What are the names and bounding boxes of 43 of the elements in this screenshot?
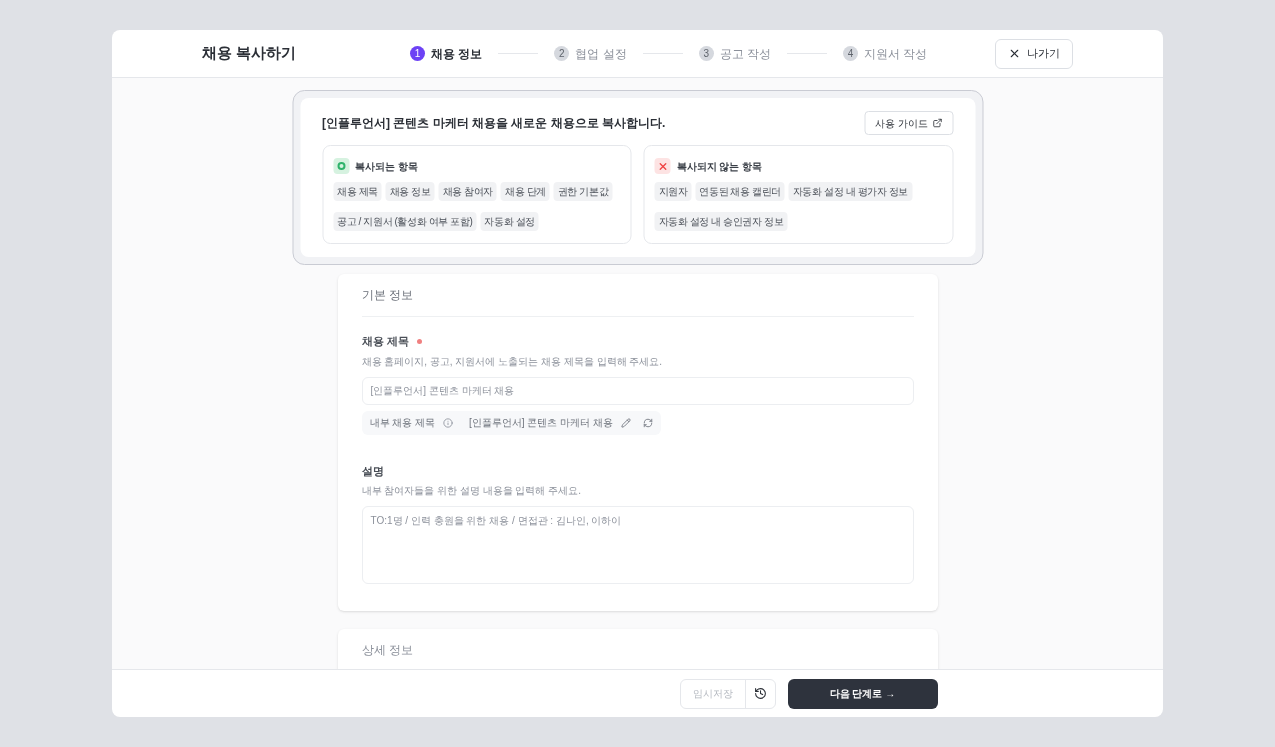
item-tag: 자동화 설정 내 승인권자 정보 xyxy=(654,212,788,231)
page-title: 채용 복사하기 xyxy=(202,43,298,64)
internal-title-value: [인플루언서] 콘텐츠 마케터 채용 xyxy=(469,416,613,430)
x-icon xyxy=(654,158,671,174)
field-help: 채용 홈페이지, 공고, 지원서에 노출되는 채용 제목을 입력해 주세요. xyxy=(361,354,664,369)
field-label: 설명 xyxy=(361,463,385,479)
external-link-icon xyxy=(932,118,942,128)
group-title: 복사되는 항목 xyxy=(355,159,418,174)
step-number: 1 xyxy=(410,46,425,61)
internal-title-label: 내부 채용 제목 xyxy=(369,416,436,430)
item-tag: 채용 정보 xyxy=(385,182,435,201)
info-icon xyxy=(443,417,454,428)
item-tag: 공고 / 지원서 (활성화 여부 포함) xyxy=(333,212,477,231)
item-tag: 채용 단계 xyxy=(500,182,550,201)
item-tag: 지원자 xyxy=(654,182,692,201)
item-tag: 권한 기본값 xyxy=(553,182,613,201)
edit-icon[interactable] xyxy=(620,417,631,428)
refresh-icon[interactable] xyxy=(642,417,653,428)
exit-button[interactable]: 나가기 xyxy=(995,38,1073,69)
step-tab[interactable]: 3 공고 작성 xyxy=(698,44,772,63)
item-tag: 채용 참여자 xyxy=(438,182,497,201)
field-label: 채용 제목 xyxy=(361,334,409,349)
input-field[interactable]: [인플루언서] 콘텐츠 마케터 채용 xyxy=(361,376,914,405)
group-title: 복사되지 않는 항목 xyxy=(676,159,763,174)
field-help: 내부 참여자들을 위한 설명 내용을 입력해 주세요. xyxy=(361,484,582,498)
close-icon xyxy=(1008,47,1021,60)
step-tab[interactable]: 2 협업 설정 xyxy=(554,44,627,63)
item-tag: 채용 제목 xyxy=(333,182,382,201)
step-number: 2 xyxy=(554,46,570,61)
history-icon xyxy=(753,687,767,700)
section-title: 상세 정보 xyxy=(361,642,414,659)
step-number: 4 xyxy=(843,46,859,61)
step-number: 3 xyxy=(698,46,714,61)
description-field[interactable]: TO:1명 / 인력 충원을 위한 채용 / 면접관 : 김나인, 이하이 xyxy=(361,506,914,584)
step-tab[interactable]: 1 채용 정보 xyxy=(410,44,483,63)
dialog-message: [인플루언서] 콘텐츠 마케터 채용을 새로운 채용으로 복사합니다. xyxy=(322,115,666,132)
guide-button[interactable]: 사용 가이드 xyxy=(864,111,953,135)
next-step-button[interactable]: 다음 단계로 → xyxy=(787,678,938,709)
section-title: 기본 정보 xyxy=(361,274,914,317)
item-tag: 자동화 설정 내 평가자 정보 xyxy=(788,182,912,201)
item-tag: 자동화 설정 xyxy=(480,212,539,231)
step-tab[interactable]: 4 지원서 작성 xyxy=(843,44,928,63)
item-tag: 연동된 채용 캘린더 xyxy=(695,182,785,201)
